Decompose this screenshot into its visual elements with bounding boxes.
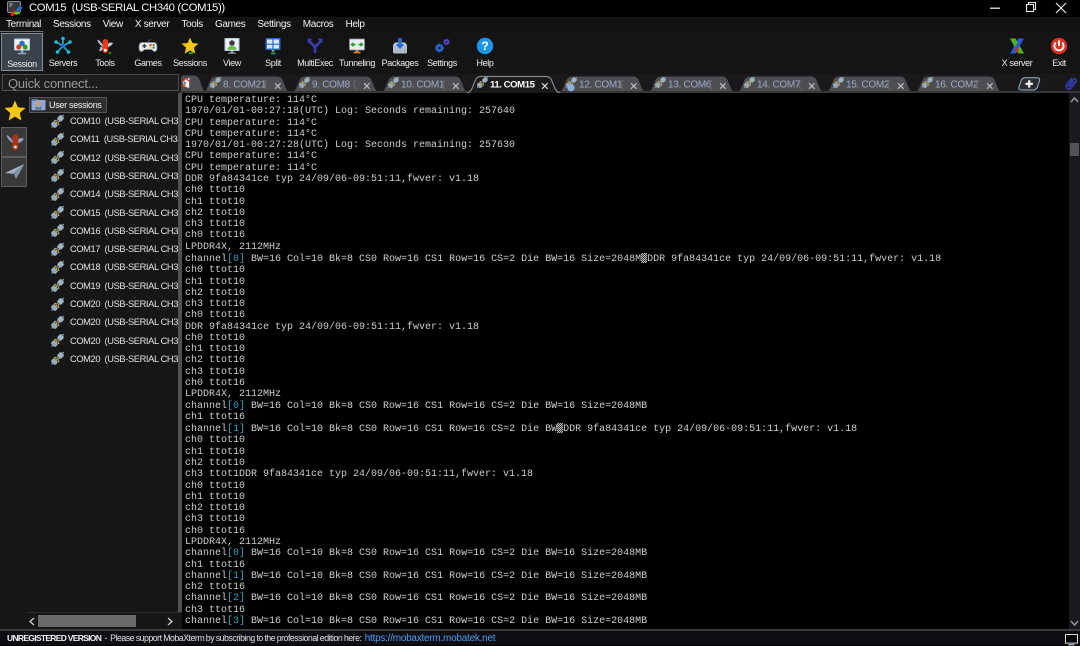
svg-text:9. COM8: 9. COM8 (312, 79, 351, 90)
svg-text:12. COM1: 12. COM1 (579, 79, 623, 90)
svg-text:14. COM7: 14. COM7 (757, 79, 801, 90)
svg-text:16. COM2: 16. COM2 (935, 79, 979, 90)
svg-text:13. COM6: 13. COM6 (668, 79, 712, 90)
svg-text:10. COM1: 10. COM1 (401, 79, 445, 90)
svg-text:?: ? (481, 39, 488, 53)
svg-text:11. COM15: 11. COM15 (490, 79, 536, 90)
svg-text:8. COM21: 8. COM21 (223, 79, 267, 90)
svg-text:15. COM2: 15. COM2 (846, 79, 890, 90)
